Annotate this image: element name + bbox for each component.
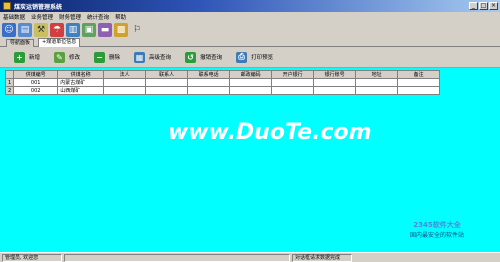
col-header[interactable]: 开户银行 bbox=[271, 70, 315, 79]
gift-icon[interactable]: ▩ bbox=[114, 22, 128, 37]
col-header[interactable]: 地址 bbox=[355, 70, 399, 79]
edit-button[interactable]: ✎ 修改 bbox=[54, 51, 80, 63]
brand-name: 2345软件大全 bbox=[413, 221, 461, 229]
menu-help[interactable]: 帮助 bbox=[115, 13, 126, 21]
menu-basic-data[interactable]: 基础数据 bbox=[3, 13, 25, 21]
pencil-icon: ✎ bbox=[54, 51, 66, 63]
col-header[interactable]: 银行账号 bbox=[313, 70, 357, 79]
status-spacer bbox=[64, 253, 290, 262]
col-header[interactable]: 邮政编码 bbox=[229, 70, 273, 79]
icon-toolbar: ☺ ▤ ⚒ ☂ ▥ ▣ ▬ ▩ ⚐ bbox=[2, 21, 144, 38]
cell[interactable] bbox=[313, 78, 357, 87]
cell[interactable] bbox=[355, 78, 399, 87]
title-bar: 煤炭运销管理系统 _ □ × bbox=[0, 0, 500, 12]
status-user: 管理员, 欢迎您 bbox=[2, 253, 62, 262]
menu-statistics[interactable]: 统计查询 bbox=[87, 13, 109, 21]
action-bar: + 新增 ✎ 修改 − 删除 ▦ 高级查询 ↺ 撤销查询 ⎙ 打印预览 bbox=[0, 47, 500, 68]
cell-name[interactable]: 内蒙古煤矿 bbox=[57, 78, 105, 87]
col-header[interactable]: 备注 bbox=[397, 70, 441, 79]
close-button[interactable]: × bbox=[489, 2, 498, 10]
cell[interactable] bbox=[271, 86, 315, 95]
col-header[interactable]: 联系电话 bbox=[187, 70, 231, 79]
search-grid-icon: ▦ bbox=[134, 51, 146, 63]
cell[interactable] bbox=[103, 86, 147, 95]
cell[interactable] bbox=[397, 86, 441, 95]
users-icon[interactable]: ☺ bbox=[2, 22, 16, 37]
cell[interactable] bbox=[229, 86, 273, 95]
table-row[interactable]: 2 002 山西煤矿 bbox=[4, 86, 441, 95]
cell[interactable] bbox=[229, 78, 273, 87]
window-title: 煤炭运销管理系统 bbox=[14, 3, 63, 11]
table-header-row: 供煤编号 供煤名称 法人 联系人 联系电话 邮政编码 开户银行 银行账号 地址 … bbox=[4, 70, 441, 79]
print-preview-button[interactable]: ⎙ 打印预览 bbox=[236, 51, 273, 63]
table-row[interactable]: 1 001 内蒙古煤矿 bbox=[4, 78, 441, 87]
minimize-button[interactable]: _ bbox=[469, 2, 478, 10]
brand-slogan: 国内最安全的软件站 bbox=[410, 232, 465, 239]
watermark-text: www.DuoTe.com bbox=[168, 120, 372, 145]
col-header[interactable]: 联系人 bbox=[145, 70, 189, 79]
menu-business[interactable]: 业务管理 bbox=[31, 13, 53, 21]
add-button[interactable]: + 新增 bbox=[14, 51, 40, 63]
cell-code[interactable]: 002 bbox=[13, 86, 59, 95]
cell-code[interactable]: 001 bbox=[13, 78, 59, 87]
supplier-table: 供煤编号 供煤名称 法人 联系人 联系电话 邮政编码 开户银行 银行账号 地址 … bbox=[4, 70, 441, 95]
menu-finance[interactable]: 财务管理 bbox=[59, 13, 81, 21]
plus-icon: + bbox=[14, 51, 25, 63]
minus-icon: − bbox=[94, 51, 106, 63]
undo-search-button[interactable]: ↺ 撤销查询 bbox=[185, 51, 222, 63]
chart-icon[interactable]: ▥ bbox=[66, 22, 80, 37]
undo-icon: ↺ bbox=[185, 51, 197, 63]
printer-icon: ⎙ bbox=[236, 51, 248, 63]
delete-button[interactable]: − 删除 bbox=[94, 51, 120, 63]
app-icon bbox=[3, 2, 11, 10]
row-number[interactable]: 2 bbox=[4, 86, 15, 95]
status-message: 对话框请求数据完成 bbox=[292, 253, 352, 262]
tab-strip: 导航面板 +煤道单位信息 bbox=[0, 38, 500, 47]
document-icon[interactable]: ▤ bbox=[18, 22, 32, 37]
tab-supplier-info[interactable]: +煤道单位信息 bbox=[38, 38, 81, 47]
cell[interactable] bbox=[145, 86, 189, 95]
cell[interactable] bbox=[271, 78, 315, 87]
status-bar: 管理员, 欢迎您 对话框请求数据完成 bbox=[0, 252, 500, 262]
row-number[interactable]: 1 bbox=[4, 78, 15, 87]
book-icon[interactable]: ▬ bbox=[98, 22, 112, 37]
run-icon[interactable]: ⚐ bbox=[130, 22, 144, 37]
cell[interactable] bbox=[145, 78, 189, 87]
umbrella-icon[interactable]: ☂ bbox=[50, 22, 64, 37]
cell[interactable] bbox=[355, 86, 399, 95]
col-header[interactable]: 供煤名称 bbox=[57, 70, 105, 79]
menu-bar: 基础数据 业务管理 财务管理 统计查询 帮助 bbox=[0, 12, 500, 21]
row-header-corner bbox=[4, 70, 15, 79]
col-header[interactable]: 供煤编号 bbox=[13, 70, 59, 79]
col-header[interactable]: 法人 bbox=[103, 70, 147, 79]
tools-icon[interactable]: ⚒ bbox=[34, 22, 48, 37]
cell[interactable] bbox=[187, 86, 231, 95]
maximize-button[interactable]: □ bbox=[479, 2, 488, 10]
advanced-search-button[interactable]: ▦ 高级查询 bbox=[134, 51, 171, 63]
cell[interactable] bbox=[103, 78, 147, 87]
cell[interactable] bbox=[397, 78, 441, 87]
picture-icon[interactable]: ▣ bbox=[82, 22, 96, 37]
cell[interactable] bbox=[313, 86, 357, 95]
cell[interactable] bbox=[187, 78, 231, 87]
brand-logo: 2345软件大全 国内最安全的软件站 bbox=[410, 220, 464, 239]
cell-name[interactable]: 山西煤矿 bbox=[57, 86, 105, 95]
tab-navigation[interactable]: 导航面板 bbox=[6, 39, 35, 47]
